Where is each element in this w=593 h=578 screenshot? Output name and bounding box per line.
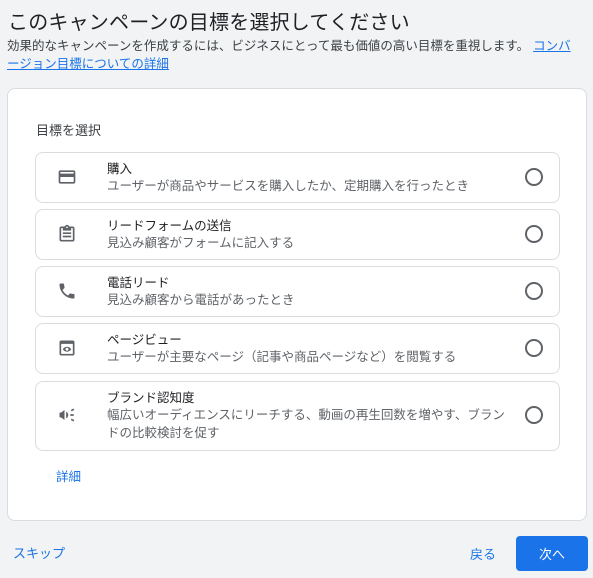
goal-option-lead-form[interactable]: リードフォームの送信 見込み顧客がフォームに記入する bbox=[35, 209, 560, 260]
goal-option-radio[interactable] bbox=[525, 282, 543, 300]
page-view-icon bbox=[56, 337, 78, 359]
goal-selection-page: このキャンペーンの目標を選択してください 効果的なキャンペーンを作成するには、ビ… bbox=[0, 0, 593, 578]
goal-option-description: 見込み顧客がフォームに記入する bbox=[107, 235, 295, 250]
details-link[interactable]: 詳細 bbox=[56, 466, 81, 485]
goal-option-radio[interactable] bbox=[525, 406, 543, 424]
goal-option-page-view[interactable]: ページビュー ユーザーが主要なページ（記事や商品ページなど）を閲覧する bbox=[35, 323, 560, 374]
goal-option-phone-call[interactable]: 電話リード 見込み顧客から電話があったとき bbox=[35, 266, 560, 317]
goal-option-radio[interactable] bbox=[525, 168, 543, 186]
page-description-text: 効果的なキャンペーンを作成するには、ビジネスにとって最も価値の高い目標を重視しま… bbox=[7, 38, 530, 53]
back-link[interactable]: 戻る bbox=[470, 544, 496, 563]
clipboard-icon bbox=[56, 223, 78, 245]
goal-option-label: 電話リード bbox=[107, 275, 170, 290]
goal-option-purchase[interactable]: 購入 ユーザーが商品やサービスを購入したか、定期購入を行ったとき bbox=[35, 152, 560, 203]
goal-option-description: 見込み顧客から電話があったとき bbox=[107, 292, 295, 307]
skip-link[interactable]: スキップ bbox=[13, 543, 65, 562]
goal-card: 目標を選択 購入 ユーザーが商品やサービスを購入したか、定期購入を行ったとき リ… bbox=[7, 88, 587, 521]
goal-option-label: ブランド認知度 bbox=[107, 390, 195, 405]
goal-option-description: 幅広いオーディエンスにリーチする、動画の再生回数を増やす、ブランドの比較検討を促… bbox=[107, 407, 505, 440]
goal-option-radio[interactable] bbox=[525, 225, 543, 243]
goal-option-description: ユーザーが商品やサービスを購入したか、定期購入を行ったとき bbox=[107, 178, 470, 193]
goal-option-description: ユーザーが主要なページ（記事や商品ページなど）を閲覧する bbox=[107, 349, 457, 364]
goal-option-label: 購入 bbox=[107, 161, 133, 176]
megaphone-icon bbox=[56, 404, 78, 426]
page-description: 効果的なキャンペーンを作成するには、ビジネスにとって最も価値の高い目標を重視しま… bbox=[7, 37, 582, 73]
goal-option-label: ページビュー bbox=[107, 332, 182, 347]
section-title: 目標を選択 bbox=[36, 124, 102, 139]
goal-option-radio[interactable] bbox=[525, 339, 543, 357]
page-title: このキャンペーンの目標を選択してください bbox=[8, 10, 410, 34]
goal-option-label: リードフォームの送信 bbox=[107, 218, 232, 233]
credit-card-icon bbox=[56, 166, 78, 188]
goal-option-brand-awareness[interactable]: ブランド認知度 幅広いオーディエンスにリーチする、動画の再生回数を増やす、ブラン… bbox=[35, 381, 560, 451]
phone-icon bbox=[56, 280, 78, 302]
next-button[interactable]: 次へ bbox=[516, 536, 588, 571]
